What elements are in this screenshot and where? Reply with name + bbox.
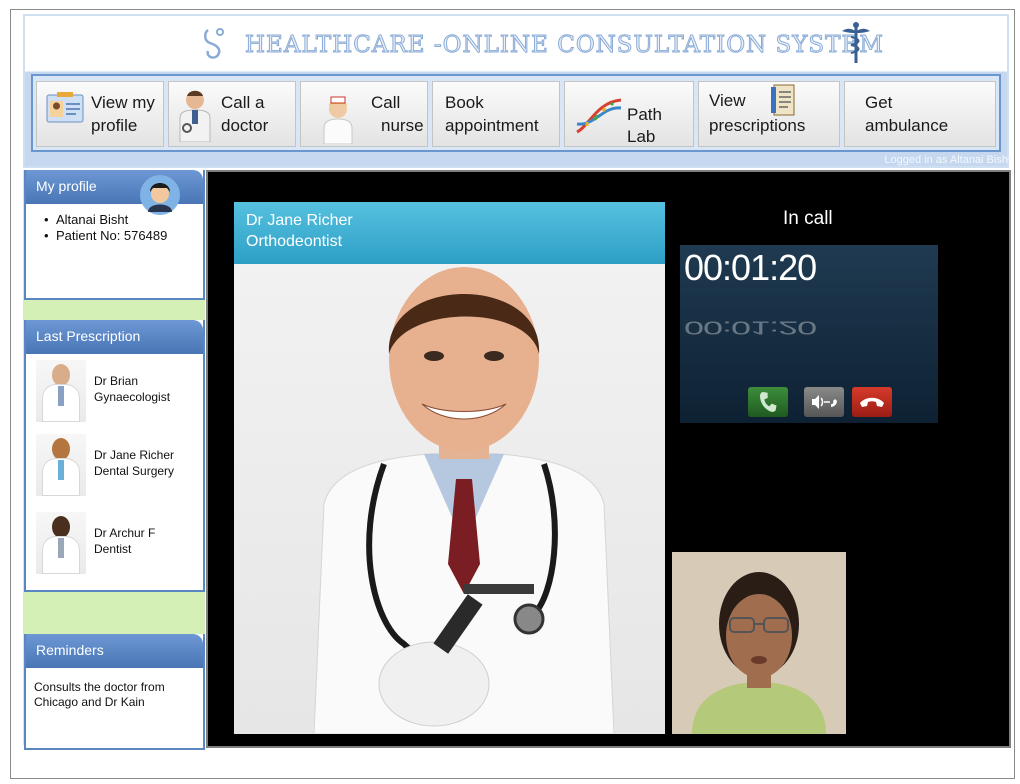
call-doctor-name: Dr Jane Richer xyxy=(246,212,353,229)
doctor-photo xyxy=(36,434,86,496)
prescription-doctor-specialty: Dental Surgery xyxy=(94,464,175,478)
book-appointment-button[interactable]: Book appointment xyxy=(432,81,560,147)
main-nav: View my profile Call a doctor Call nurse… xyxy=(31,74,1001,152)
nav-label-line1: Book xyxy=(445,93,484,112)
nav-label-line1: Call xyxy=(371,93,401,112)
nav-label-line2: doctor xyxy=(221,116,269,135)
doctor-video-image xyxy=(314,267,614,734)
id-card-icon xyxy=(46,92,84,123)
nurse-icon xyxy=(323,96,353,144)
doctor-caption: Dr Jane Richer Orthodeontist xyxy=(234,202,665,264)
doctor-photo xyxy=(36,360,86,422)
nav-label-line2: ambulance xyxy=(865,116,949,135)
nav-label-line2: prescriptions xyxy=(709,116,806,135)
self-video-feed xyxy=(672,552,846,734)
answer-call-button[interactable] xyxy=(748,387,788,417)
call-nurse-button[interactable]: Call nurse xyxy=(300,81,428,147)
caduceus-icon xyxy=(842,22,870,63)
dna-icon xyxy=(576,98,622,134)
reminder-text: Consults the doctor from Chicago and Dr … xyxy=(34,680,165,709)
end-call-button[interactable] xyxy=(852,387,892,417)
prescription-doctor-name: Dr Jane Richer xyxy=(94,448,175,462)
prescription-item[interactable]: Dr Brian Gynaecologist xyxy=(36,360,200,430)
title-bar: HEALTHCARE -ONLINE CONSULTATION SYSTEM xyxy=(27,18,1005,68)
prescription-doctor-name: Dr Archur F xyxy=(94,526,156,540)
reminders-heading: Reminders xyxy=(26,634,203,668)
nav-label-line1: View xyxy=(709,91,746,110)
doctor-icon xyxy=(179,90,211,142)
nav-label-line1: Call a xyxy=(221,93,265,112)
phone-icon xyxy=(760,392,777,412)
stethoscope-icon xyxy=(204,28,224,59)
self-video-image xyxy=(672,552,846,734)
view-profile-button[interactable]: View my profile xyxy=(36,81,164,147)
sidebar: My profile Altanai Bisht Patient No: 576… xyxy=(23,170,205,750)
path-lab-button[interactable]: Path Lab xyxy=(564,81,694,147)
speaker-phone-icon xyxy=(812,395,837,409)
nav-label-line2: nurse xyxy=(381,116,424,135)
speaker-toggle-button[interactable] xyxy=(804,387,844,417)
app-window: HEALTHCARE -ONLINE CONSULTATION SYSTEM V… xyxy=(10,9,1015,779)
call-doctor-button[interactable]: Call a doctor xyxy=(168,81,296,147)
get-ambulance-button[interactable]: Get ambulance xyxy=(844,81,996,147)
my-profile-panel: My profile Altanai Bisht Patient No: 576… xyxy=(24,170,205,300)
nav-label-line2: appointment xyxy=(445,116,539,135)
prescription-doctor-specialty: Gynaecologist xyxy=(94,390,171,404)
nav-label-line2: profile xyxy=(91,116,138,135)
call-status: In call xyxy=(783,208,833,229)
patient-avatar-icon xyxy=(140,175,180,215)
prescription-doctor-specialty: Dentist xyxy=(94,542,132,556)
prescription-item[interactable]: Dr Archur F Dentist xyxy=(36,512,200,582)
profile-name: Altanai Bisht xyxy=(44,212,203,228)
last-prescription-panel: Last Prescription Dr Brian Gynaecologist… xyxy=(24,320,205,592)
patient-number: Patient No: 576489 xyxy=(44,228,203,244)
view-prescriptions-button[interactable]: View prescriptions xyxy=(698,81,840,147)
call-doctor-specialty: Orthodeontist xyxy=(246,233,343,250)
call-timer-reflection: 00:01:20 xyxy=(684,317,817,339)
prescription-doctor-name: Dr Brian xyxy=(94,374,139,388)
call-control-panel: 00:01:20 00:01:20 xyxy=(680,245,938,423)
nav-label-line1: Get xyxy=(865,93,893,112)
last-prescription-heading: Last Prescription xyxy=(26,320,203,354)
doctor-video-feed: Dr Jane Richer Orthodeontist xyxy=(234,202,665,734)
hang-up-icon xyxy=(860,397,884,407)
app-title: HEALTHCARE -ONLINE CONSULTATION SYSTEM xyxy=(245,32,884,59)
doctor-photo xyxy=(36,512,86,574)
video-call-area: Dr Jane Richer Orthodeontist In call 00:… xyxy=(206,170,1011,748)
reminders-panel: Reminders Consults the doctor from Chica… xyxy=(24,634,205,750)
header: HEALTHCARE -ONLINE CONSULTATION SYSTEM V… xyxy=(23,14,1009,168)
logged-in-status: Logged in as Altanai Bisht xyxy=(884,154,1011,166)
nav-label-line1: Path Lab xyxy=(627,105,662,146)
prescription-item[interactable]: Dr Jane Richer Dental Surgery xyxy=(36,434,200,504)
nav-label-line1: View my xyxy=(91,93,155,112)
call-timer: 00:01:20 xyxy=(684,247,817,288)
notebook-icon xyxy=(771,84,795,116)
